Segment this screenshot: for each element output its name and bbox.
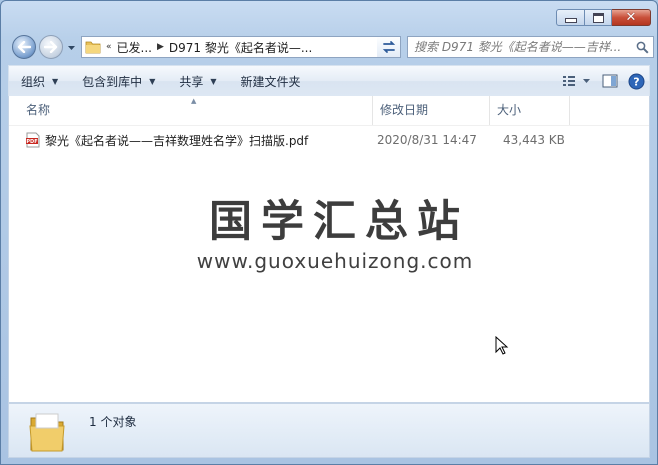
new-folder-label: 新建文件夹 — [240, 74, 301, 89]
folder-icon — [29, 413, 65, 452]
close-icon: ✕ — [625, 10, 637, 25]
watermark-url: www.guoxuehuizong.com — [196, 249, 474, 273]
help-button[interactable]: ? — [623, 66, 649, 96]
organize-label: 组织 — [21, 74, 46, 89]
view-list-icon — [563, 76, 590, 86]
watermark-title: 国学汇总站 — [209, 197, 469, 247]
svg-text:?: ? — [633, 75, 639, 88]
chevron-right-icon[interactable]: ▶ — [157, 42, 164, 52]
chevron-down-icon: ▼ — [210, 76, 217, 86]
include-in-library-label: 包含到库中 — [82, 74, 143, 89]
minimize-button[interactable] — [556, 9, 585, 26]
close-button[interactable]: ✕ — [612, 9, 651, 26]
breadcrumb-current[interactable]: D971 黎光《起名者说—... — [169, 39, 312, 56]
search-box[interactable] — [407, 36, 654, 58]
pdf-icon: PDF — [26, 132, 40, 148]
details-pane: 1 个对象 — [8, 403, 650, 458]
file-date: 2020/8/31 14:47 — [377, 133, 477, 147]
column-headers: ▲ 名称 修改日期 大小 — [9, 96, 649, 126]
folder-icon — [85, 41, 101, 54]
arrow-left-icon — [17, 41, 31, 53]
file-name: 黎光《起名者说——吉祥数理姓名学》扫描版.pdf — [45, 133, 309, 148]
organize-menu[interactable]: 组织 ▼ — [9, 66, 70, 96]
mouse-cursor-icon — [495, 336, 509, 355]
share-label: 共享 — [179, 74, 204, 89]
share-menu[interactable]: 共享 ▼ — [167, 66, 228, 96]
search-icon[interactable] — [631, 41, 653, 54]
window-controls: ✕ — [556, 9, 651, 27]
preview-pane-button[interactable] — [597, 66, 623, 96]
change-view-button[interactable] — [557, 66, 597, 96]
refresh-icon — [382, 41, 395, 53]
file-list[interactable]: ▲ 名称 修改日期 大小 PDF 黎光《起名者说——吉祥数理姓名学》扫描版.pd… — [8, 96, 650, 403]
back-button[interactable] — [12, 35, 36, 59]
address-bar[interactable]: « 已发... ▶ D971 黎光《起名者说—... — [81, 36, 401, 58]
column-header-name[interactable]: 名称 — [19, 96, 373, 125]
svg-text:PDF: PDF — [26, 139, 37, 145]
include-in-library-menu[interactable]: 包含到库中 ▼ — [70, 66, 167, 96]
maximize-icon — [592, 12, 604, 23]
chevron-down-icon: ▼ — [149, 76, 156, 86]
column-header-size[interactable]: 大小 — [490, 96, 570, 125]
column-header-date[interactable]: 修改日期 — [373, 96, 490, 125]
refresh-button[interactable] — [377, 36, 401, 58]
maximize-button[interactable] — [585, 9, 612, 26]
help-icon: ? — [628, 73, 644, 89]
preview-pane-icon — [602, 74, 618, 88]
arrow-right-icon — [44, 41, 58, 53]
file-size: 43,443 KB — [503, 133, 565, 147]
search-input[interactable] — [408, 40, 631, 54]
navigation-bar: « 已发... ▶ D971 黎光《起名者说—... — [9, 35, 654, 59]
file-row[interactable]: PDF 黎光《起名者说——吉祥数理姓名学》扫描版.pdf 2020/8/31 1… — [25, 130, 565, 150]
recent-pages-dropdown-icon[interactable] — [67, 43, 76, 52]
explorer-window: ✕ « 已发... ▶ D971 黎光《起名者说—... 搜索 D971 黎光《… — [0, 0, 658, 465]
forward-button[interactable] — [39, 35, 63, 59]
chevron-down-icon: ▼ — [52, 76, 59, 86]
command-bar: 组织 ▼ 包含到库中 ▼ 共享 ▼ 新建文件夹 ? — [8, 65, 650, 96]
item-count: 1 个对象 — [89, 415, 137, 429]
minimize-icon — [564, 18, 577, 23]
breadcrumb-item[interactable]: 已发... — [117, 39, 152, 56]
new-folder-button[interactable]: 新建文件夹 — [229, 66, 313, 96]
breadcrumb-overflow[interactable]: « — [106, 42, 112, 52]
